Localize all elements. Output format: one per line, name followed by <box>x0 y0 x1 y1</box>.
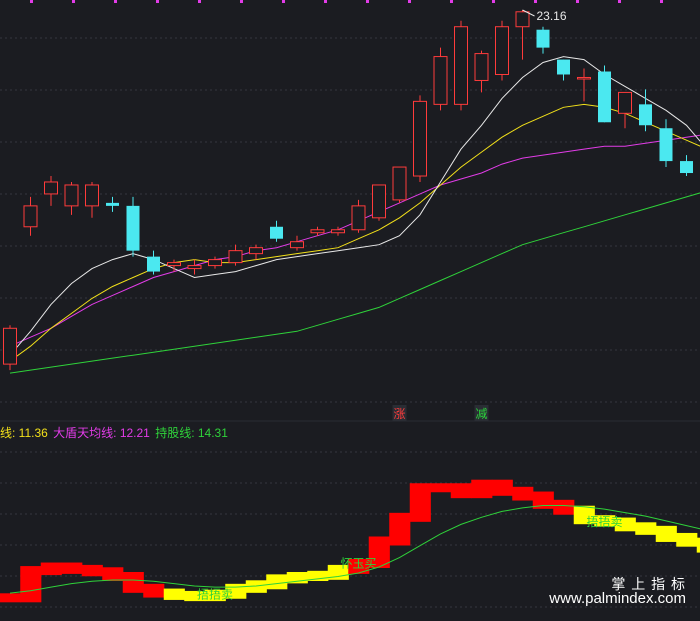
indicator-bar <box>163 588 185 600</box>
legend-line3: 持股线: 14.31 <box>155 426 228 440</box>
stock-chart-stage: 23.16 涨减捂捂卖 怀玉买 捂捂卖 线: 11.36 大盾天均线: 12.21 持… <box>0 0 700 621</box>
indicator-bar <box>102 567 124 581</box>
candle-body <box>147 256 160 272</box>
candle-body <box>44 181 58 195</box>
candle-body <box>187 265 202 270</box>
candle-body <box>64 184 79 207</box>
candle-body <box>249 247 263 255</box>
candle-body <box>351 205 366 231</box>
candle-body <box>433 56 448 105</box>
top-tick-dot <box>534 0 537 3</box>
indicator-bar <box>676 532 698 547</box>
top-tick-dot <box>366 0 369 3</box>
top-tick-dot <box>576 0 579 3</box>
indicator-bar <box>40 562 62 576</box>
indicator-bar <box>266 574 288 590</box>
candle-body <box>557 59 570 75</box>
indicator-bar <box>389 512 411 546</box>
marker-label: 涨 <box>393 406 405 421</box>
candle-body <box>598 71 611 123</box>
candle-body <box>167 262 181 267</box>
top-tick-dot <box>198 0 201 3</box>
candle-body <box>392 166 407 201</box>
candle-body <box>3 327 17 365</box>
candle-body <box>680 161 693 174</box>
signal-label: 捂捂卖 <box>197 586 233 601</box>
candle-body <box>577 76 591 80</box>
indicator-bar <box>635 522 657 535</box>
candle-body <box>659 128 673 162</box>
candle-body <box>228 250 243 264</box>
candle-body <box>618 91 632 114</box>
candle-body <box>413 100 427 177</box>
indicator-bar <box>409 483 431 522</box>
indicator-bar <box>20 566 42 603</box>
top-tick-dot <box>492 0 495 3</box>
indicator-bar <box>471 479 493 499</box>
indicator-bar <box>450 483 472 499</box>
top-tick-dot <box>324 0 327 3</box>
signal-label: 怀玉买 <box>340 556 376 570</box>
top-tick-dot <box>408 0 411 3</box>
indicator-bar <box>143 583 165 598</box>
candle-body <box>85 184 99 207</box>
candle-body <box>126 205 140 251</box>
peak-price-label: 23.16 <box>537 9 567 23</box>
indicator-bar <box>122 572 144 593</box>
top-tick-dot <box>450 0 453 3</box>
top-tick-dot <box>660 0 663 3</box>
candle-body <box>290 241 304 249</box>
legend-line1: 线: 11.36 <box>0 426 48 440</box>
candle-body <box>474 53 489 81</box>
candlestick-and-indicator-chart: 23.16涨 减捂捂卖怀玉买捂捂卖 <box>0 0 700 608</box>
legend-line2: 大盾天均线: 12.21 <box>53 426 150 440</box>
watermark-url: www.palmindex.com <box>549 590 686 607</box>
candle-body <box>106 202 119 206</box>
indicator-bar <box>61 562 83 574</box>
indicator-bar <box>553 499 575 515</box>
top-tick-dot <box>282 0 285 3</box>
candle-body <box>331 229 345 234</box>
indicator-bar <box>655 525 677 542</box>
top-tick-dot <box>156 0 159 3</box>
candle-body <box>515 11 530 28</box>
top-tick-dot <box>72 0 75 3</box>
candle-body <box>454 26 468 105</box>
candle-body <box>23 205 38 228</box>
top-tick-dot <box>618 0 621 3</box>
indicator-legend: 线: 11.36 大盾天均线: 12.21 持股线: 14.31 <box>0 424 230 441</box>
candle-body <box>372 184 386 219</box>
candle-body <box>208 259 222 267</box>
indicator-bar <box>491 479 513 496</box>
candle-body <box>310 229 325 234</box>
signal-label: 捂捂卖 <box>586 514 622 529</box>
candle-body <box>270 226 283 239</box>
top-tick-dot <box>240 0 243 3</box>
indicator-bar <box>81 564 103 577</box>
ma-yellow-line <box>9 103 700 362</box>
indicator-bar <box>0 593 21 603</box>
indicator-bar <box>430 483 452 493</box>
candle-body <box>536 29 550 48</box>
indicator-bar <box>512 486 534 501</box>
candle-body <box>639 104 652 126</box>
marker-label: 减 <box>475 407 487 421</box>
top-tick-dot <box>114 0 117 3</box>
top-tick-dot <box>30 0 33 3</box>
candle-body <box>495 26 509 75</box>
